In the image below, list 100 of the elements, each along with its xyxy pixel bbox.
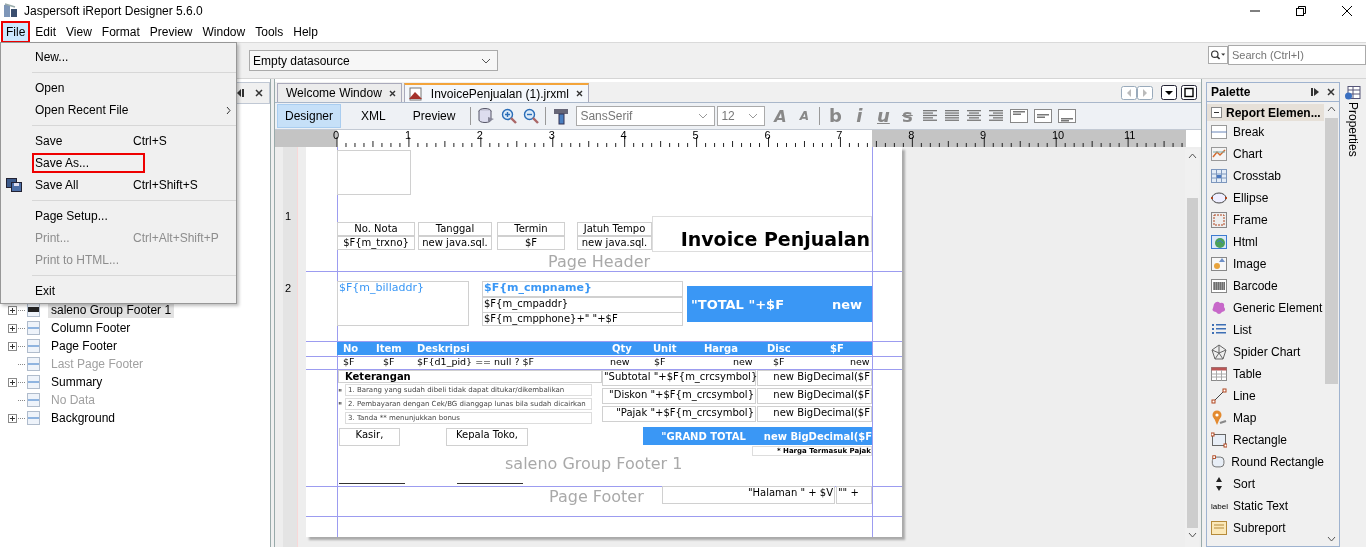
menu-item[interactable]: Format — [96, 21, 145, 43]
report-text[interactable]: "Pajak "+$F{m_crcsymbol} — [602, 406, 756, 422]
scroll-down-icon[interactable] — [1327, 536, 1336, 542]
palette-item[interactable]: Line — [1233, 389, 1256, 403]
palette-item[interactable]: Chart — [1233, 147, 1263, 161]
palette-item[interactable]: Generic Element — [1233, 301, 1323, 315]
menu-item[interactable]: File — [1, 21, 31, 43]
palette-item[interactable]: Barcode — [1233, 279, 1278, 293]
scroll-up-icon[interactable] — [1327, 106, 1336, 112]
menu-item[interactable]: Help — [288, 21, 323, 43]
close-icon[interactable] — [575, 90, 583, 97]
close-icon[interactable] — [1327, 88, 1335, 96]
report-text[interactable]: new — [733, 356, 753, 368]
menu-item[interactable]: Save All — [32, 175, 82, 195]
menu-item[interactable]: Preview — [144, 21, 198, 43]
palette-item[interactable]: Ellipse — [1233, 191, 1269, 205]
palette-item[interactable]: Html — [1233, 235, 1258, 249]
palette-item[interactable]: Map — [1233, 411, 1257, 425]
restore-icon[interactable] — [1295, 5, 1307, 17]
palette-item[interactable]: Subreport — [1233, 521, 1286, 535]
tree-item[interactable]: Summary — [48, 374, 106, 390]
menu-item[interactable]: Save — [32, 131, 66, 151]
report-text[interactable]: No. Nota — [337, 222, 415, 236]
menu-item[interactable]: Tools — [250, 21, 289, 43]
menu-item[interactable]: Edit — [30, 21, 62, 43]
tree-item[interactable]: Column Footer — [48, 320, 134, 336]
minimize-panel-icon[interactable] — [1310, 87, 1320, 97]
report-text[interactable]: $F — [343, 356, 355, 368]
editor-tab[interactable]: InvoicePenjualan (1).jrxml — [403, 83, 589, 102]
report-text[interactable]: "Diskon "+$F{m_crcsymbol} — [602, 388, 756, 404]
tree-item[interactable]: Background — [48, 410, 119, 426]
maximize-icon[interactable] — [1181, 85, 1197, 100]
report-text[interactable]: new — [610, 356, 630, 368]
report-text[interactable]: $F — [773, 356, 785, 368]
align-bottom-icon[interactable] — [1058, 109, 1077, 123]
search-icon[interactable] — [1208, 45, 1228, 64]
report-text[interactable]: new java.sql. — [577, 236, 652, 250]
expand-icon[interactable] — [8, 341, 17, 351]
view-tab[interactable]: Designer — [277, 104, 342, 128]
report-text[interactable]: "Subtotal "+$F{m_crcsymbol} — [602, 370, 756, 386]
scrollbar-thumb[interactable] — [1325, 118, 1338, 384]
font-size-dropdown[interactable]: 12 — [717, 106, 766, 126]
expand-icon[interactable] — [8, 305, 17, 315]
report-text[interactable]: new BigDecimal($F — [757, 388, 872, 404]
justify-icon[interactable] — [944, 110, 961, 122]
report-title[interactable]: Invoice Penjualan — [652, 216, 872, 252]
report-text[interactable]: Keterangan — [338, 370, 602, 383]
report-text[interactable]: $F — [383, 356, 395, 368]
align-top-icon[interactable] — [1010, 109, 1029, 123]
align-middle-icon[interactable] — [1034, 109, 1053, 123]
report-text[interactable]: $F{d1_pid} == null ? $F — [417, 356, 534, 368]
menu-item[interactable]: Exit — [32, 281, 58, 301]
report-text[interactable]: $F{m_cmpaddr} — [482, 297, 683, 313]
palette-item[interactable]: Static Text — [1233, 499, 1289, 513]
scrollbar-thumb[interactable] — [1186, 198, 1198, 528]
zoom-in-icon[interactable] — [501, 108, 518, 124]
zoom-out-icon[interactable] — [523, 108, 540, 124]
align-left-icon[interactable] — [922, 110, 939, 122]
search-field[interactable]: Search (Ctrl+I) — [1228, 44, 1366, 65]
expand-icon[interactable] — [8, 413, 17, 423]
menu-item[interactable]: Page Setup... — [32, 206, 111, 226]
properties-tab[interactable]: Properties — [1346, 102, 1360, 157]
report-text[interactable]: new java.sql. — [418, 236, 492, 250]
database-icon[interactable] — [477, 107, 496, 125]
report-text[interactable]: new BigDecimal($F — [757, 370, 872, 386]
palette-item[interactable]: Rectangle — [1233, 433, 1288, 447]
align-right-icon[interactable] — [988, 110, 1005, 122]
report-text[interactable]: $F{m_trxno} — [337, 236, 415, 250]
chevron-down-icon[interactable] — [481, 57, 491, 64]
palette-item[interactable]: List — [1233, 323, 1252, 337]
view-tab[interactable]: XML — [349, 105, 398, 127]
collapse-icon[interactable] — [1211, 107, 1222, 118]
palette-item[interactable]: Sort — [1233, 477, 1255, 491]
scroll-up-icon[interactable] — [1187, 153, 1197, 159]
view-tab[interactable]: Preview — [405, 105, 463, 127]
report-text[interactable]: $F — [654, 356, 666, 368]
report-text[interactable]: new — [850, 356, 870, 368]
align-center-icon[interactable] — [966, 110, 983, 122]
report-text[interactable]: "" + — [836, 486, 872, 504]
palette-item[interactable]: Frame — [1233, 213, 1268, 227]
close-icon[interactable] — [388, 89, 396, 97]
expand-icon[interactable] — [8, 377, 17, 387]
tree-item[interactable]: Page Footer — [48, 338, 121, 354]
minimize-panel-icon[interactable] — [236, 88, 246, 98]
close-icon[interactable] — [255, 89, 263, 97]
report-text[interactable]: new BigDecimal($F — [757, 406, 872, 422]
report-text[interactable]: "Halaman " + $V — [662, 486, 835, 504]
datasource-dropdown[interactable]: Empty datasource — [249, 50, 498, 71]
report-text[interactable]: $F{m_cmpphone}+" "+$F — [482, 312, 683, 326]
scroll-down-icon[interactable] — [1187, 532, 1197, 538]
palette-item[interactable]: Crosstab — [1233, 169, 1282, 183]
close-icon[interactable] — [1341, 5, 1353, 17]
report-text[interactable]: Kepala Toko, — [446, 428, 528, 446]
palette-item[interactable]: Spider Chart — [1233, 345, 1301, 359]
dropdown-icon[interactable] — [1161, 85, 1177, 100]
palette-item[interactable]: Break — [1233, 125, 1265, 139]
report-text[interactable]: Tanggal — [418, 222, 492, 236]
menu-item[interactable]: New... — [32, 47, 72, 67]
report-text[interactable]: $F — [497, 236, 565, 250]
palette-item[interactable]: Image — [1233, 257, 1267, 271]
